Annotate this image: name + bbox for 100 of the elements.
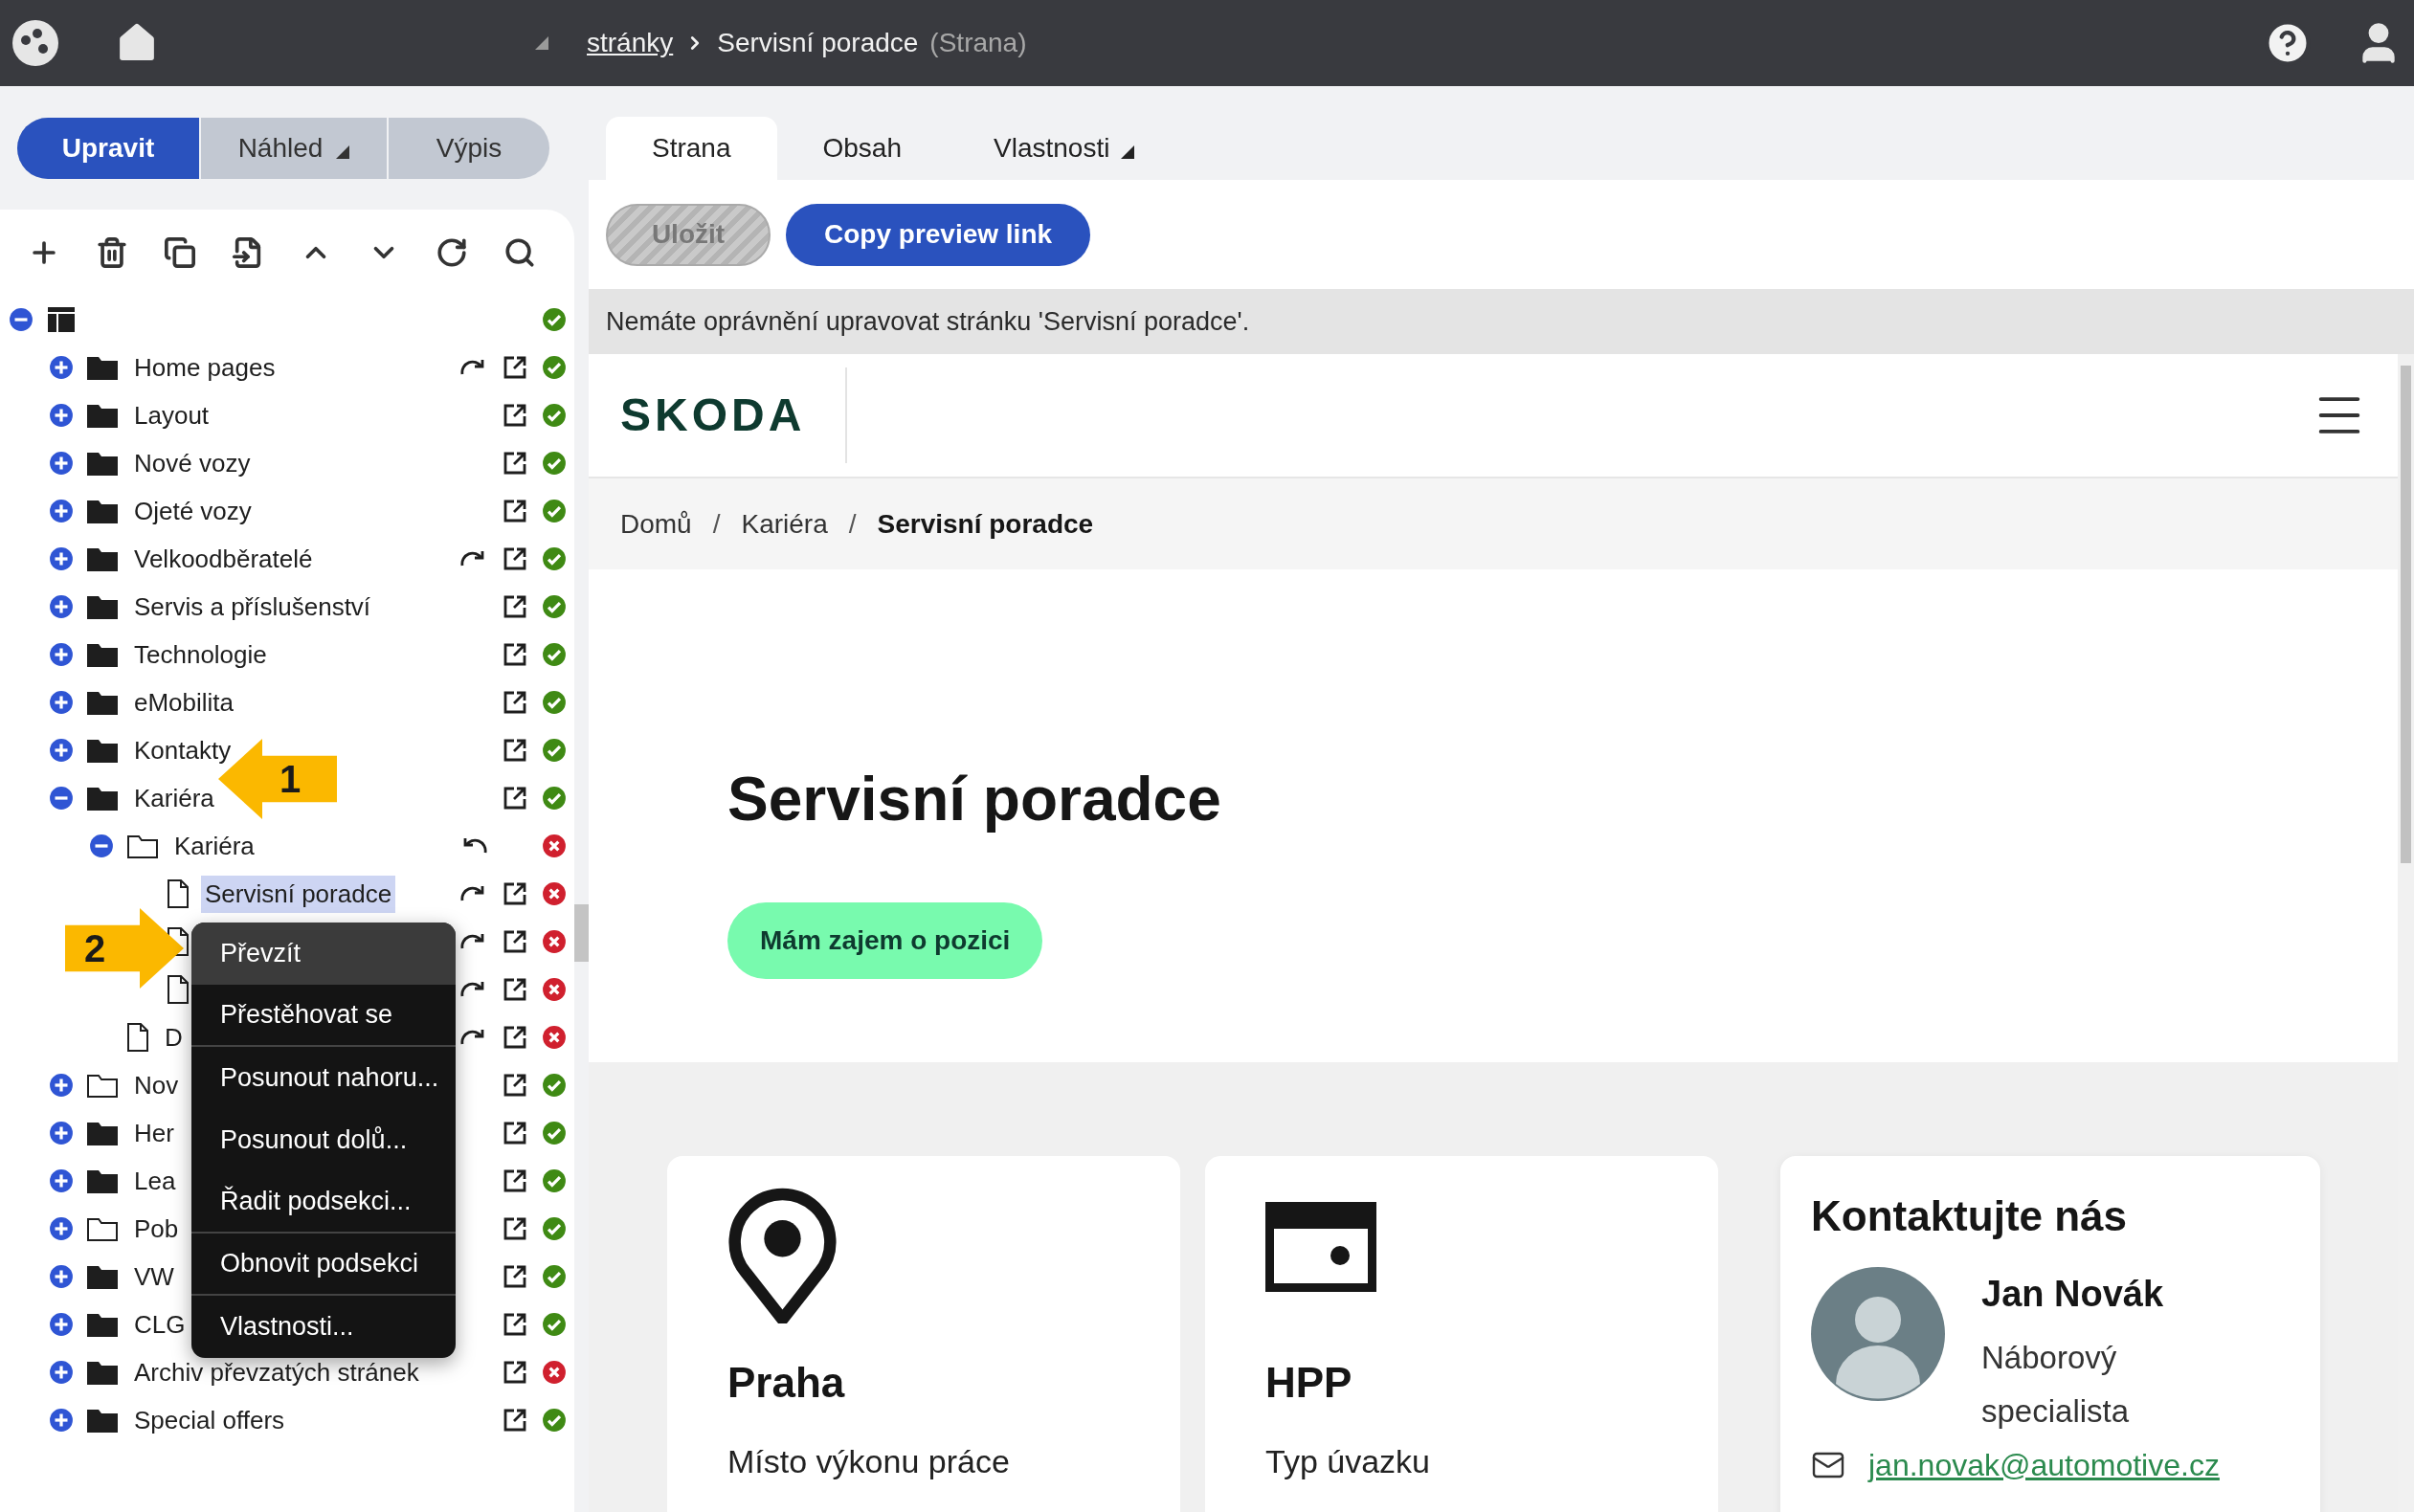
external-link-icon[interactable] [503, 500, 526, 523]
expand-icon[interactable] [49, 499, 74, 523]
menu-item[interactable]: Přestěhovat se [191, 985, 456, 1047]
expand-icon[interactable] [49, 1264, 74, 1289]
external-link-icon[interactable] [503, 1313, 526, 1336]
expand-icon[interactable] [49, 1073, 74, 1098]
cta-button[interactable]: Mám zajem o pozici [727, 902, 1043, 979]
expand-icon[interactable] [49, 1121, 74, 1145]
external-link-icon[interactable] [503, 978, 526, 1001]
page-icon [167, 879, 190, 908]
expand-icon[interactable] [49, 1360, 74, 1385]
tab[interactable]: Vlastnosti [948, 117, 1181, 180]
external-link-icon[interactable] [503, 1361, 526, 1384]
menu-item[interactable]: Převzít [191, 923, 456, 985]
menu-item[interactable]: Obnovit podsekci [191, 1234, 456, 1296]
tree-item-label[interactable]: Servisní poradce [201, 875, 396, 913]
menu-item[interactable]: Řadit podsekci... [191, 1171, 456, 1234]
card-title: HPP [1265, 1358, 1353, 1408]
mode-button[interactable]: Náhled [199, 118, 389, 179]
tree-item-label[interactable]: Kariéra [130, 779, 218, 817]
folder-icon [86, 641, 119, 668]
external-link-icon[interactable] [503, 1026, 526, 1049]
breadcrumb-current: Servisní poradce [717, 27, 919, 59]
expand-icon[interactable] [49, 1216, 74, 1241]
tree-item-label[interactable]: Lea [130, 1162, 180, 1200]
folder-icon [86, 593, 119, 620]
external-link-icon[interactable] [503, 930, 526, 953]
card-caption: Typ úvazku [1265, 1442, 1431, 1481]
external-link-icon[interactable] [503, 1122, 526, 1145]
notice-text: Nemáte oprávnění upravovat stránku 'Servisní poradce'. [606, 305, 1250, 338]
tree-item-label[interactable]: Ojeté vozy [130, 492, 256, 530]
collapse-icon[interactable] [49, 786, 74, 811]
page-heading: Servisní poradce [727, 764, 1222, 835]
app-logo-icon[interactable] [11, 19, 59, 67]
external-link-icon[interactable] [503, 739, 526, 762]
external-link-icon[interactable] [503, 1217, 526, 1240]
breadcrumb-link[interactable]: stránky [587, 23, 674, 63]
external-link-icon[interactable] [503, 1409, 526, 1432]
breadcrumb-link[interactable]: Kariéra [741, 503, 828, 545]
external-link-icon[interactable] [503, 404, 526, 427]
expand-icon[interactable] [49, 1312, 74, 1337]
tree-item-label[interactable]: Technologie [130, 635, 271, 674]
external-link-icon[interactable] [503, 1265, 526, 1288]
breadcrumb-link[interactable]: Domů [620, 503, 692, 545]
tree-item-label[interactable]: Nové vozy [130, 444, 255, 482]
external-link-icon[interactable] [503, 1169, 526, 1192]
splitter-handle[interactable] [574, 904, 589, 962]
tree-item-label[interactable]: VW [130, 1257, 178, 1296]
tree-item-label[interactable]: Nov [130, 1066, 183, 1104]
collapse-icon[interactable] [89, 834, 114, 858]
menu-item[interactable]: Posunout nahoru... [191, 1047, 456, 1109]
folder-outline-icon [126, 833, 159, 859]
expand-icon[interactable] [49, 690, 74, 715]
external-link-icon[interactable] [503, 547, 526, 570]
copy-link-button[interactable]: Copy preview link [786, 203, 1091, 266]
breadcrumb-separator: / [848, 507, 857, 541]
folder-icon [86, 737, 119, 764]
folder-icon [86, 1359, 119, 1386]
menu-item[interactable]: Posunout dolů... [191, 1109, 456, 1171]
tree-item-label[interactable]: Kontakty [130, 731, 235, 769]
folder-outline-icon [86, 1072, 119, 1099]
external-link-icon[interactable] [503, 452, 526, 475]
external-link-icon[interactable] [503, 691, 526, 714]
tab[interactable]: Strana [606, 117, 777, 180]
external-link-icon[interactable] [503, 1074, 526, 1097]
folder-icon [86, 1120, 119, 1146]
expand-icon[interactable] [49, 642, 74, 667]
caret-icon [336, 145, 350, 159]
tree-item-label[interactable]: D [161, 1018, 187, 1056]
tree-item-label[interactable]: Her [130, 1114, 178, 1152]
tab[interactable]: Obsah [776, 117, 948, 180]
external-link-icon[interactable] [503, 356, 526, 379]
folder-icon [86, 450, 119, 477]
tree-item-label[interactable]: Special offers [130, 1401, 289, 1439]
external-link-icon[interactable] [503, 595, 526, 618]
tree-item-label[interactable]: Home pages [130, 348, 279, 387]
tree-item-label[interactable]: Layout [130, 396, 213, 434]
email-link[interactable]: jan.novak@automotive.cz [1868, 1442, 2220, 1488]
tree-item-label[interactable]: Servis a příslušenství [130, 588, 375, 626]
mode-button[interactable]: Upravit [17, 118, 199, 179]
expand-icon[interactable] [49, 451, 74, 476]
tree-item-label[interactable]: Kariéra [170, 827, 258, 865]
expand-icon[interactable] [49, 1408, 74, 1433]
card-caption: Místo výkonu práce [727, 1442, 1011, 1481]
tree-item-label[interactable]: eMobilita [130, 683, 238, 722]
tree-item-label[interactable]: Velkoodběratelé [130, 540, 317, 578]
tree-item-label[interactable]: CLG [130, 1305, 190, 1344]
expand-icon[interactable] [49, 403, 74, 428]
expand-icon[interactable] [49, 546, 74, 571]
expand-icon[interactable] [49, 1168, 74, 1193]
external-link-icon[interactable] [503, 787, 526, 810]
collapse-icon[interactable] [9, 307, 34, 332]
expand-icon[interactable] [49, 594, 74, 619]
external-link-icon[interactable] [503, 882, 526, 905]
tree-item-label[interactable]: Pob [130, 1210, 183, 1248]
mode-button[interactable]: Výpis [389, 118, 549, 179]
expand-icon[interactable] [49, 738, 74, 763]
expand-icon[interactable] [49, 355, 74, 380]
external-link-icon[interactable] [503, 643, 526, 666]
breadcrumb-current: Servisní poradce [877, 507, 1094, 541]
